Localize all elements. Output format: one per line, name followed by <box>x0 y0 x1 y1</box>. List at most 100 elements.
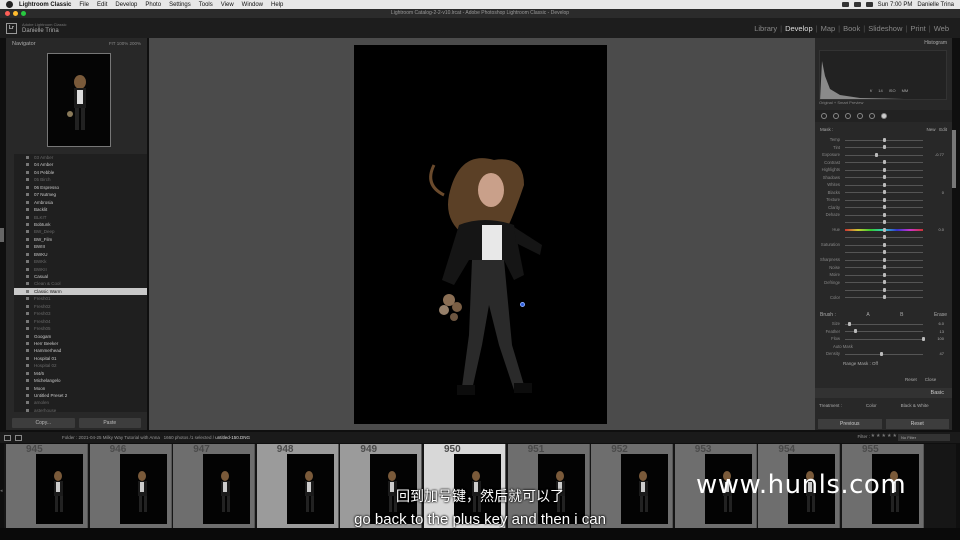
preset-item[interactable]: BWIII <box>14 243 147 250</box>
menu-edit[interactable]: Edit <box>97 2 107 8</box>
brush-slider-track[interactable] <box>845 338 923 340</box>
menu-tools[interactable]: Tools <box>199 2 213 8</box>
slider-knob[interactable] <box>882 137 886 142</box>
main-photo[interactable] <box>354 45 607 424</box>
menu-photo[interactable]: Photo <box>145 2 161 8</box>
auto-mask-label[interactable]: Auto Mask <box>833 344 873 349</box>
preset-item[interactable]: Googam <box>14 333 147 340</box>
slider-knob[interactable] <box>882 160 886 164</box>
brush-slider-knob[interactable] <box>880 351 884 356</box>
zoom-window-icon[interactable] <box>21 11 26 16</box>
navigator-zoom-options[interactable]: FIT 100% 200% <box>109 41 141 49</box>
preset-item[interactable]: Hospital 01 <box>14 355 147 362</box>
menu-develop[interactable]: Develop <box>115 2 137 8</box>
menubar-user[interactable]: Danielle Trina <box>917 2 954 8</box>
photo-canvas[interactable] <box>149 38 815 430</box>
slider-knob[interactable] <box>882 235 886 239</box>
slider-track[interactable] <box>845 154 923 156</box>
slider-knob[interactable] <box>882 167 886 172</box>
menu-view[interactable]: View <box>221 2 234 8</box>
module-web[interactable]: Web <box>931 24 952 33</box>
red-eye-icon[interactable] <box>845 113 851 119</box>
filter-select[interactable]: No Filter <box>898 434 950 441</box>
preset-item[interactable]: BW_Film <box>14 236 147 243</box>
slider-knob[interactable] <box>882 250 886 254</box>
auto-mask-row[interactable]: Auto Mask <box>815 343 952 351</box>
preset-item[interactable]: 04 Pebble <box>14 169 147 176</box>
brush-slider-value[interactable]: 100 <box>937 336 944 341</box>
preset-item[interactable]: Hammerhead <box>14 347 147 354</box>
preset-item[interactable]: Michelangelo <box>14 377 147 384</box>
adjustment-brush-icon[interactable] <box>881 113 887 119</box>
brush-close-button[interactable]: Close <box>925 377 937 382</box>
brush-erase-button[interactable]: Erase <box>934 312 947 318</box>
brush-slider-value[interactable]: 6.0 <box>938 321 944 326</box>
preset-item[interactable]: Fresh05 <box>14 325 147 332</box>
brush-slider-knob[interactable] <box>921 336 925 341</box>
wifi-icon[interactable] <box>853 2 861 7</box>
brush-slider-track[interactable] <box>845 353 923 355</box>
close-window-icon[interactable] <box>5 11 10 16</box>
slider-knob[interactable] <box>882 205 886 209</box>
preset-item[interactable]: Hospital 02 <box>14 362 147 369</box>
slider-knob[interactable] <box>882 175 886 179</box>
previous-button[interactable]: Previous <box>818 419 882 429</box>
preset-item[interactable]: Untitled Preset 2 <box>14 392 147 399</box>
menu-settings[interactable]: Settings <box>169 2 191 8</box>
preset-item[interactable]: Moon <box>14 385 147 392</box>
basic-panel-header[interactable]: Basic <box>815 388 952 398</box>
mask-new-button[interactable]: New <box>926 127 935 132</box>
preset-item[interactable]: BW_Deep <box>14 228 147 235</box>
module-library[interactable]: Library <box>751 24 780 33</box>
slider-value[interactable]: 0 <box>942 190 944 195</box>
menu-help[interactable]: Help <box>271 2 283 8</box>
preset-item[interactable]: Classic Warm <box>14 287 147 296</box>
treatment-bw[interactable]: Black & White <box>901 403 929 408</box>
preset-item[interactable]: 06 Espresso <box>14 184 147 191</box>
preset-item[interactable]: Fresh01 <box>14 295 147 302</box>
menu-window[interactable]: Window <box>242 2 263 8</box>
brush-slider-knob[interactable] <box>848 321 852 326</box>
menu-file[interactable]: File <box>79 2 89 8</box>
preset-item[interactable]: BLKIT <box>14 214 147 221</box>
module-map[interactable]: Map <box>818 24 839 33</box>
crop-tool-icon[interactable] <box>821 113 827 119</box>
slider-knob[interactable] <box>882 242 886 247</box>
navigator-thumbnail[interactable] <box>47 53 111 147</box>
range-mask-value[interactable]: Off <box>872 361 878 366</box>
slider-knob[interactable] <box>882 220 886 224</box>
reset-button[interactable]: Reset <box>885 419 949 429</box>
preset-item[interactable]: Herr Beeker <box>14 340 147 347</box>
module-book[interactable]: Book <box>840 24 863 33</box>
brush-b-button[interactable]: B <box>900 312 903 318</box>
slider-knob[interactable] <box>882 257 886 262</box>
preset-item[interactable]: Fresh03 <box>14 310 147 317</box>
slider-value[interactable]: -0.77 <box>935 152 944 157</box>
brush-slider-track[interactable] <box>845 323 923 325</box>
module-print[interactable]: Print <box>907 24 928 33</box>
slider-knob[interactable] <box>882 280 886 284</box>
slider-knob[interactable] <box>882 190 886 194</box>
slider-knob[interactable] <box>882 145 886 149</box>
adjustment-brush-pin[interactable] <box>520 302 525 307</box>
graduated-filter-icon[interactable] <box>857 113 863 119</box>
brush-slider-knob[interactable] <box>853 329 857 333</box>
preset-item[interactable]: 07 Nutmeg <box>14 191 147 198</box>
rating-filter-stars[interactable]: ★★★★★ <box>871 433 898 439</box>
grid-view-icon[interactable] <box>4 434 11 441</box>
slider-knob[interactable] <box>882 272 886 277</box>
treatment-color[interactable]: Color <box>866 403 877 408</box>
preset-item[interactable]: BWKU <box>14 251 147 258</box>
preset-item[interactable]: 04 Amber <box>14 161 147 168</box>
battery-icon[interactable] <box>865 2 873 7</box>
slider-knob[interactable] <box>882 212 886 217</box>
preset-item[interactable]: 05 Birch <box>14 176 147 183</box>
module-slideshow[interactable]: Slideshow <box>865 24 905 33</box>
brush-slider-value[interactable]: 13 <box>940 329 944 334</box>
slider-knob[interactable] <box>882 182 886 187</box>
menubar-clock[interactable]: Sun 7:00 PM <box>878 2 913 8</box>
preset-item[interactable]: Bobtunk <box>14 221 147 228</box>
preset-item[interactable]: BWKII <box>14 266 147 273</box>
right-panel-scrollbar[interactable] <box>952 130 956 188</box>
spot-removal-icon[interactable] <box>833 113 839 119</box>
